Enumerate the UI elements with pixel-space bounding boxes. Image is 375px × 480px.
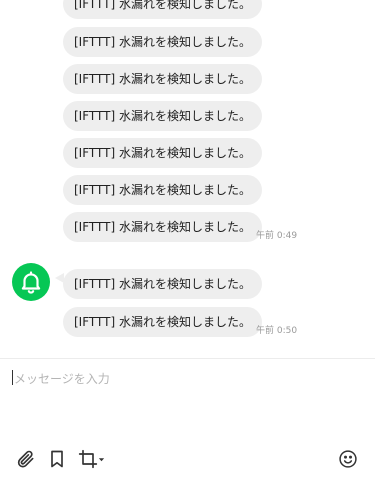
bookmark-icon bbox=[51, 450, 63, 468]
message-text: [IFTTT] 水漏れを検知しました。 bbox=[74, 315, 251, 329]
message-bubble[interactable]: [IFTTT] 水漏れを検知しました。 bbox=[63, 269, 262, 299]
message-input[interactable] bbox=[12, 366, 362, 436]
message-text: [IFTTT] 水漏れを検知しました。 bbox=[74, 72, 251, 86]
chat-screen: [IFTTT] 水漏れを検知しました。 [IFTTT] 水漏れを検知しました。 … bbox=[0, 0, 375, 480]
bell-icon bbox=[21, 271, 41, 294]
crop-icon bbox=[78, 449, 97, 469]
message-timestamp: 午前 0:50 bbox=[256, 326, 298, 336]
message-text: [IFTTT] 水漏れを検知しました。 bbox=[74, 277, 251, 291]
message-bubble[interactable]: [IFTTT] 水漏れを検知しました。 bbox=[63, 175, 262, 205]
message-text: [IFTTT] 水漏れを検知しました。 bbox=[74, 146, 251, 160]
message-text: [IFTTT] 水漏れを検知しました。 bbox=[74, 220, 251, 234]
message-list: [IFTTT] 水漏れを検知しました。 [IFTTT] 水漏れを検知しました。 … bbox=[0, 0, 375, 358]
message-bubble[interactable]: [IFTTT] 水漏れを検知しました。 bbox=[63, 307, 262, 337]
message-timestamp: 午前 0:49 bbox=[256, 231, 298, 241]
emoji-button[interactable] bbox=[337, 448, 359, 470]
keep-button[interactable] bbox=[46, 448, 68, 470]
composer-divider bbox=[0, 358, 375, 359]
message-text: [IFTTT] 水漏れを検知しました。 bbox=[74, 35, 251, 49]
message-text: [IFTTT] 水漏れを検知しました。 bbox=[74, 0, 251, 11]
attach-file-button[interactable] bbox=[15, 448, 37, 470]
paperclip-icon bbox=[17, 450, 34, 468]
sender-avatar[interactable] bbox=[12, 263, 50, 301]
message-bubble[interactable]: [IFTTT] 水漏れを検知しました。 bbox=[63, 64, 262, 94]
emoji-icon bbox=[339, 450, 357, 468]
message-text: [IFTTT] 水漏れを検知しました。 bbox=[74, 183, 251, 197]
message-text: [IFTTT] 水漏れを検知しました。 bbox=[74, 109, 251, 123]
message-bubble[interactable]: [IFTTT] 水漏れを検知しました。 bbox=[63, 27, 262, 57]
chevron-down-icon bbox=[98, 457, 104, 461]
composer-toolbar bbox=[0, 444, 375, 474]
message-bubble[interactable]: [IFTTT] 水漏れを検知しました。 bbox=[63, 101, 262, 131]
message-bubble[interactable]: [IFTTT] 水漏れを検知しました。 bbox=[63, 138, 262, 168]
message-bubble[interactable]: [IFTTT] 水漏れを検知しました。 bbox=[63, 0, 262, 19]
message-bubble[interactable]: [IFTTT] 水漏れを検知しました。 bbox=[63, 212, 262, 242]
screenshot-button[interactable] bbox=[76, 448, 106, 470]
composer bbox=[12, 366, 362, 436]
